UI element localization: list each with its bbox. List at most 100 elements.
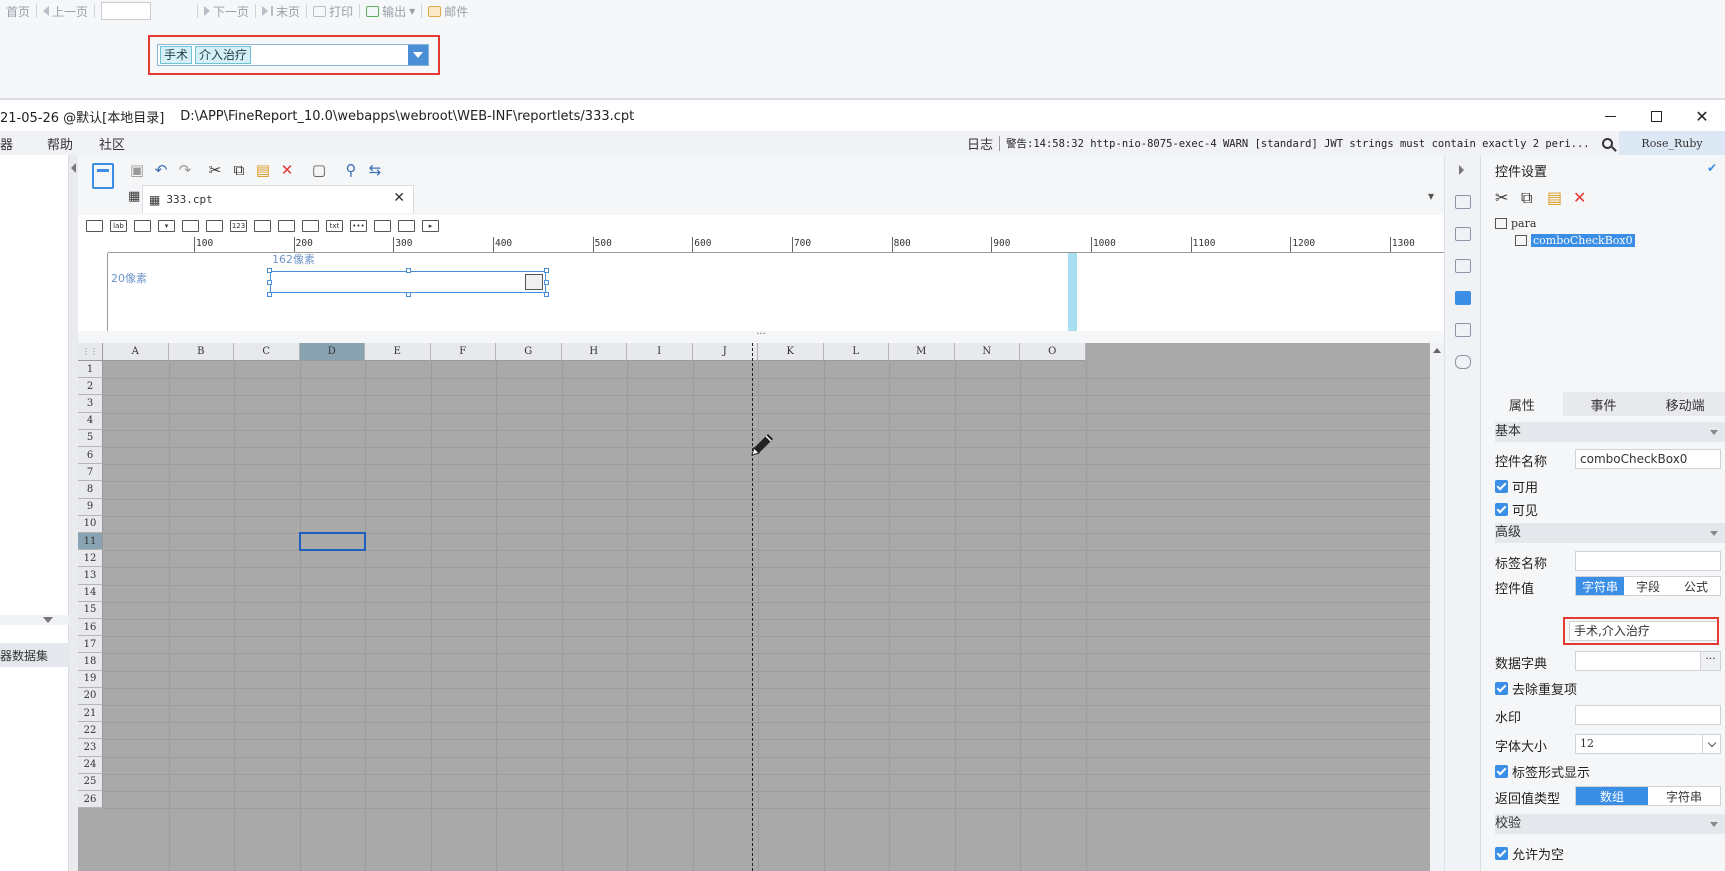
section-advanced[interactable]: 高级	[1495, 523, 1725, 543]
text-area-widget-icon[interactable]: txt	[326, 220, 343, 232]
resize-handle[interactable]	[267, 292, 272, 297]
paste-icon[interactable]: ▤	[254, 161, 272, 179]
cell-element-icon[interactable]	[1455, 195, 1471, 209]
row-header[interactable]: 6	[78, 447, 103, 465]
resize-handle[interactable]	[406, 268, 411, 273]
tree-node-combocheckbox[interactable]: comboCheckBox0	[1495, 232, 1635, 249]
row-header[interactable]: 4	[78, 412, 103, 430]
allow-empty-checkbox[interactable]: 允许为空	[1495, 844, 1564, 863]
resize-handle[interactable]	[544, 292, 549, 297]
server-dataset-tab[interactable]: 器数据集	[0, 643, 69, 667]
data-dict-input[interactable]: ···	[1575, 651, 1721, 671]
column-header[interactable]: J	[692, 343, 758, 361]
row-header[interactable]: 8	[78, 481, 103, 499]
preview-page-icon[interactable]: ▢	[310, 161, 328, 179]
maximize-button[interactable]	[1633, 103, 1679, 129]
row-header[interactable]: 11	[78, 533, 103, 551]
column-header[interactable]: C	[234, 343, 300, 361]
minimize-button[interactable]	[1587, 103, 1633, 129]
prev-page-button[interactable]: 上一页	[37, 3, 94, 20]
value-type-field[interactable]: 字段	[1624, 577, 1672, 595]
column-header[interactable]: I	[627, 343, 693, 361]
row-header[interactable]: 13	[78, 567, 103, 585]
list-widget-icon[interactable]	[182, 220, 199, 232]
menu-item-server[interactable]: 器	[0, 134, 25, 153]
row-header[interactable]: 19	[78, 670, 103, 688]
text-widget-icon[interactable]: lab	[110, 220, 127, 232]
tab-events[interactable]: 事件	[1562, 392, 1645, 416]
menu-item-community[interactable]: 社区	[85, 134, 137, 153]
row-header[interactable]: 5	[78, 429, 103, 447]
combo-dropdown-button[interactable]	[408, 45, 428, 65]
dropdown-widget-icon[interactable]: ▾	[158, 220, 175, 232]
widget-settings-icon[interactable]	[1455, 291, 1471, 305]
remove-duplicates-checkbox[interactable]: 去除重复项	[1495, 679, 1577, 698]
row-header[interactable]: 26	[78, 791, 103, 809]
tree-widget-icon[interactable]	[398, 220, 415, 232]
row-header[interactable]: 21	[78, 705, 103, 723]
checkbox-widget-icon[interactable]	[374, 220, 391, 232]
column-header[interactable]: D	[299, 343, 365, 361]
pane-splitter[interactable]: ···	[78, 330, 1444, 343]
column-header[interactable]: G	[496, 343, 562, 361]
preview-combo-checkbox[interactable]: 手术 介入治疗	[157, 44, 429, 66]
column-header[interactable]: E	[365, 343, 431, 361]
plugin-icon[interactable]: ⚲	[342, 161, 360, 179]
more-button[interactable]: ···	[1700, 652, 1720, 670]
section-validate[interactable]: 校验	[1495, 814, 1725, 834]
row-header[interactable]: 15	[78, 601, 103, 619]
copy-icon[interactable]: ⧉	[230, 161, 248, 179]
redo-icon[interactable]: ↷	[176, 161, 194, 179]
delete-icon[interactable]: ✕	[278, 161, 296, 179]
tab-menu-icon[interactable]: ▾	[1428, 189, 1434, 203]
resize-handle[interactable]	[544, 268, 549, 273]
row-header[interactable]: 17	[78, 636, 103, 654]
radio-group-icon[interactable]	[278, 220, 295, 232]
search-button[interactable]	[1595, 131, 1619, 155]
row-header[interactable]: 25	[78, 773, 103, 791]
column-header[interactable]: O	[1020, 343, 1086, 361]
grid-icon[interactable]: ▦	[128, 189, 140, 204]
print-button[interactable]: 打印	[307, 3, 359, 20]
page-number-input[interactable]	[101, 2, 152, 20]
visible-checkbox[interactable]: 可见	[1495, 500, 1538, 519]
return-type-array[interactable]: 数组	[1576, 787, 1648, 805]
selected-cell[interactable]	[298, 532, 366, 552]
resize-handle[interactable]	[267, 268, 272, 273]
date-widget-icon[interactable]	[206, 220, 223, 232]
label-widget-icon[interactable]	[86, 220, 103, 232]
paste-icon[interactable]: ▤	[1547, 188, 1562, 207]
cell-attribute-icon[interactable]	[1455, 227, 1471, 241]
save-icon[interactable]: ▣	[128, 161, 146, 179]
condition-attribute-icon[interactable]	[1455, 323, 1471, 337]
menu-item-help[interactable]: 帮助	[25, 134, 85, 153]
row-header[interactable]: 10	[78, 515, 103, 533]
column-header[interactable]: M	[889, 343, 955, 361]
more-widgets-icon[interactable]: ▸	[422, 220, 439, 232]
template-icon[interactable]	[92, 163, 114, 189]
column-header[interactable]: L	[823, 343, 889, 361]
first-page-button[interactable]: 首页	[0, 3, 36, 20]
column-header[interactable]: F	[430, 343, 496, 361]
row-header[interactable]: 9	[78, 498, 103, 516]
column-header[interactable]: K	[758, 343, 824, 361]
row-header[interactable]: 22	[78, 722, 103, 740]
value-type-string[interactable]: 字符串	[1576, 577, 1624, 595]
number-widget-icon[interactable]: 123	[230, 220, 247, 232]
scroll-up-icon[interactable]	[1433, 348, 1441, 353]
swap-icon[interactable]: ⇆	[366, 161, 384, 179]
row-header[interactable]: 7	[78, 464, 103, 482]
tab-attributes[interactable]: 属性	[1481, 392, 1563, 416]
checkbox-group-icon[interactable]	[302, 220, 319, 232]
button-widget-icon[interactable]	[134, 220, 151, 232]
tab-333-cpt[interactable]: ▦ 333.cpt ✕	[142, 185, 414, 213]
row-header[interactable]: 14	[78, 584, 103, 602]
tag-display-checkbox[interactable]: 标签形式显示	[1495, 762, 1590, 781]
resize-handle[interactable]	[267, 280, 272, 285]
enabled-checkbox[interactable]: 可用	[1495, 477, 1538, 496]
email-button[interactable]: 邮件	[422, 3, 474, 20]
float-element-icon[interactable]	[1455, 259, 1471, 273]
row-header[interactable]: 12	[78, 550, 103, 568]
design-combo-widget[interactable]	[270, 271, 546, 293]
cut-icon[interactable]: ✂	[206, 161, 224, 179]
